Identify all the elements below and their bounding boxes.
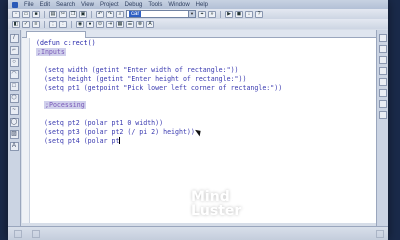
print-icon[interactable]: ▤ xyxy=(49,10,57,18)
watermark-text: Mind Luster xyxy=(191,190,241,218)
code-comment: ;Pocessing xyxy=(44,101,86,109)
stop-icon[interactable]: ◼ xyxy=(235,10,243,18)
step-icon[interactable]: ↓ xyxy=(245,10,253,18)
toolbar-separator xyxy=(44,10,45,18)
toolbar-separator xyxy=(220,10,221,18)
menu-edit[interactable]: Edit xyxy=(40,2,50,8)
code-line: (setq pt1 (getpoint "Pick lower left cor… xyxy=(44,84,283,92)
undo-icon[interactable]: ↶ xyxy=(96,10,104,18)
ortho-icon[interactable] xyxy=(378,100,387,108)
toolbar-separator xyxy=(91,10,92,18)
check-icon[interactable]: ✓ xyxy=(22,20,30,28)
editor-gutter xyxy=(22,38,30,223)
menu-debug[interactable]: Debug xyxy=(125,2,143,8)
right-toolbar xyxy=(376,30,388,230)
app-icon xyxy=(12,1,18,8)
inspect-icon[interactable]: ⊙ xyxy=(96,20,104,28)
help-icon[interactable]: ? xyxy=(255,10,263,18)
spline-tool-icon[interactable]: ~ xyxy=(9,106,19,115)
menu-bar: File Edit Search View Project Debug Tool… xyxy=(8,0,388,9)
code-line: ;Pocessing xyxy=(44,101,86,110)
tab-document[interactable] xyxy=(26,31,86,38)
status-right xyxy=(376,229,384,238)
error-icon[interactable]: ⊗ xyxy=(136,20,144,28)
pan-icon[interactable] xyxy=(378,45,387,53)
console-icon[interactable]: ▦ xyxy=(116,20,124,28)
editor-window: File Edit Search View Project Debug Tool… xyxy=(8,0,388,240)
load-icon[interactable]: ◧ xyxy=(12,20,20,28)
code-line: (defun c:rect() xyxy=(36,39,96,47)
osnap-icon[interactable] xyxy=(378,111,387,119)
new-file-icon[interactable]: ▫ xyxy=(12,10,20,18)
snap-icon[interactable] xyxy=(378,78,387,86)
find-icon[interactable]: ⌕ xyxy=(116,10,124,18)
zoom-icon[interactable] xyxy=(378,34,387,42)
line-tool-icon[interactable]: / xyxy=(9,34,19,43)
menu-search[interactable]: Search xyxy=(56,2,75,8)
code-line: (setq width (getint "Enter width of rect… xyxy=(44,66,239,74)
save-icon[interactable]: ■ xyxy=(32,10,40,18)
stack-icon[interactable]: ☰ xyxy=(126,20,134,28)
format-icon[interactable]: ≡ xyxy=(32,20,40,28)
code-line: ;Inputs xyxy=(36,48,66,57)
redo-icon[interactable]: ↷ xyxy=(106,10,114,18)
breakpoint-icon[interactable]: ● xyxy=(86,20,94,28)
uncomment-icon[interactable]: : xyxy=(59,20,67,28)
code-comment: ;Inputs xyxy=(36,48,66,56)
polyline-tool-icon[interactable]: ⌐ xyxy=(9,46,19,55)
binoculars-icon[interactable]: ⌖ xyxy=(198,10,206,18)
search-combo-value: car xyxy=(129,11,142,17)
secondary-toolbar: ◧ ✓ ≡ ; : ◉ ● ⊙ ⇥ ▦ ☰ ⊗ A xyxy=(8,19,388,29)
main-toolbar: ▫ ▭ ■ ▤ ✂ ❐ ▣ ↶ ↷ ⌕ car ▼ ⌖ » ▶ ◼ ↓ ? xyxy=(8,9,388,19)
run-icon[interactable]: ▶ xyxy=(225,10,233,18)
hatch-tool-icon[interactable]: ▨ xyxy=(9,130,19,139)
code-line: (setq height (getint "Enter height of re… xyxy=(44,75,247,83)
ellipse-tool-icon[interactable]: ◯ xyxy=(9,118,19,127)
circle-tool-icon[interactable]: ○ xyxy=(9,58,19,67)
status-middle xyxy=(32,229,40,238)
arc-tool-icon[interactable]: ◠ xyxy=(9,70,19,79)
comment-icon[interactable]: ; xyxy=(49,20,57,28)
menu-tools[interactable]: Tools xyxy=(148,2,162,8)
copy-icon[interactable]: ❐ xyxy=(69,10,77,18)
chevron-down-icon[interactable]: ▼ xyxy=(188,11,195,17)
menu-view[interactable]: View xyxy=(81,2,94,8)
text-caret xyxy=(119,137,121,144)
code-line: (setq pt3 (polar pt2 (/ pi 2) height)) xyxy=(44,128,195,136)
search-combo[interactable]: car ▼ xyxy=(126,10,196,18)
left-toolbar: / ⌐ ○ ◠ □ ⬡ ~ ◯ ▨ A xyxy=(8,30,21,230)
paste-icon[interactable]: ▣ xyxy=(79,10,87,18)
watermark-line2: Luster xyxy=(191,203,242,219)
toolbar-separator xyxy=(44,20,45,28)
apropos-icon[interactable]: A xyxy=(146,20,154,28)
menu-project[interactable]: Project xyxy=(100,2,119,8)
rectangle-tool-icon[interactable]: □ xyxy=(9,82,19,91)
grid-icon[interactable] xyxy=(378,89,387,97)
text-tool-icon[interactable]: A xyxy=(9,142,19,151)
status-left xyxy=(14,229,22,238)
find-next-icon[interactable]: » xyxy=(208,10,216,18)
code-line-text: (setq pt4 (polar pt xyxy=(44,137,120,145)
code-line: (setq pt2 (polar pt1 0 width)) xyxy=(44,119,164,127)
cut-icon[interactable]: ✂ xyxy=(59,10,67,18)
watch-icon[interactable]: ◉ xyxy=(76,20,84,28)
code-line: (setq pt4 (polar pt xyxy=(44,137,121,146)
watermark-line1: Mind xyxy=(191,189,230,205)
menu-help[interactable]: Help xyxy=(196,2,208,8)
watermark: Mind Luster xyxy=(156,186,266,222)
brain-logo-icon xyxy=(158,190,184,218)
menu-window[interactable]: Window xyxy=(168,2,189,8)
status-bar xyxy=(8,226,388,240)
layer-icon[interactable] xyxy=(378,56,387,64)
menu-file[interactable]: File xyxy=(24,2,34,8)
open-file-icon[interactable]: ▭ xyxy=(22,10,30,18)
trace-icon[interactable]: ⇥ xyxy=(106,20,114,28)
toolbar-separator xyxy=(71,20,72,28)
properties-icon[interactable] xyxy=(378,67,387,75)
document-tab-bar xyxy=(22,30,376,38)
polygon-tool-icon[interactable]: ⬡ xyxy=(9,94,19,103)
